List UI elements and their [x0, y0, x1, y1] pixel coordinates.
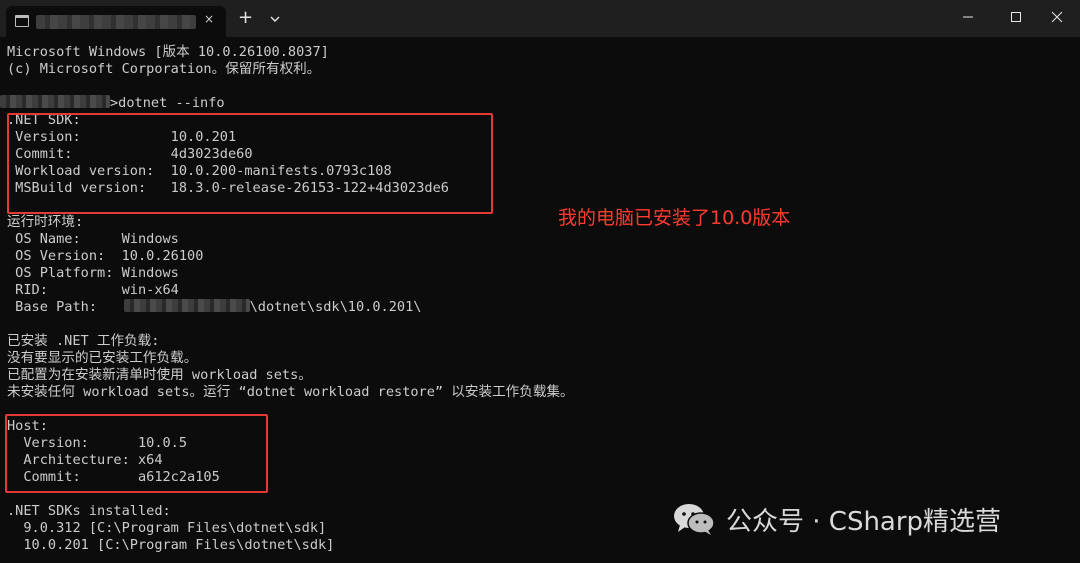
base-path-label: Base Path:: [7, 299, 122, 315]
runtime-header: 运行时环境:: [7, 214, 84, 230]
maximize-icon[interactable]: [993, 0, 1039, 34]
annotation-text: 我的电脑已安装了10.0版本: [558, 207, 791, 229]
os-name: OS Name: Windows: [7, 231, 179, 247]
sdk-list-item: 10.0.201 [C:\Program Files\dotnet\sdk]: [7, 537, 335, 553]
terminal-icon: [15, 15, 29, 27]
sdk-list-item: 9.0.312 [C:\Program Files\dotnet\sdk]: [7, 520, 327, 536]
tab-title-redacted[interactable]: [36, 15, 196, 29]
close-icon[interactable]: [1034, 0, 1080, 34]
banner-line: Microsoft Windows [版本 10.0.26100.8037]: [7, 44, 329, 60]
new-tab-button[interactable]: +: [238, 8, 253, 28]
chevron-down-icon[interactable]: [268, 11, 282, 25]
prompt-command: >dotnet --info: [110, 95, 225, 111]
rid: RID: win-x64: [7, 282, 179, 298]
sdks-installed-header: .NET SDKs installed:: [7, 503, 171, 519]
copyright-line: (c) Microsoft Corporation。保留所有权利。: [7, 61, 321, 77]
workloads-configured: 已配置为在安装新清单时使用 workload sets。: [7, 367, 312, 383]
tab-close-button[interactable]: ×: [204, 12, 214, 26]
workloads-none: 没有要显示的已安装工作负载。: [7, 350, 198, 366]
watermark: 公众号 · CSharp精选营: [672, 501, 1001, 537]
redacted-path: [0, 95, 110, 108]
terminal-tab[interactable]: ×: [6, 6, 226, 37]
sdk-highlight-box: [7, 113, 493, 214]
host-highlight-box: [5, 414, 268, 493]
os-version: OS Version: 10.0.26100: [7, 248, 204, 264]
wechat-icon: [674, 504, 715, 535]
watermark-text: 公众号 · CSharp精选营: [726, 506, 1002, 537]
workloads-header: 已安装 .NET 工作负载:: [7, 333, 160, 349]
workloads-hint: 未安装任何 workload sets。运行 “dotnet workload …: [7, 384, 574, 400]
title-bar: × +: [0, 0, 1080, 37]
os-platform: OS Platform: Windows: [7, 265, 179, 281]
redacted-path: [123, 299, 250, 312]
prompt-line: >dotnet --info: [0, 95, 225, 112]
base-path: Base Path: \dotnet\sdk\10.0.201\: [7, 299, 421, 316]
base-path-suffix: \dotnet\sdk\10.0.201\: [249, 299, 422, 315]
minimize-icon[interactable]: [945, 0, 991, 34]
